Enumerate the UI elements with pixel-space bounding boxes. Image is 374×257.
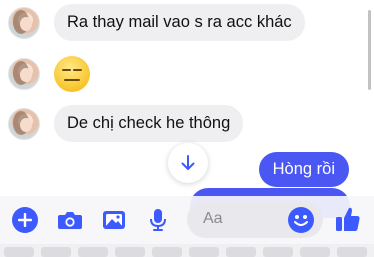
image-icon[interactable] (101, 207, 127, 233)
plus-icon[interactable] (12, 207, 38, 233)
avatar[interactable] (8, 6, 40, 39)
message-row (8, 56, 90, 92)
incoming-message-bubble[interactable]: De chị check he thông (54, 105, 244, 142)
arrow-down-icon (181, 155, 195, 170)
message-input-placeholder: Aa (203, 210, 223, 227)
microphone-icon[interactable] (147, 207, 169, 233)
avatar[interactable] (8, 58, 40, 90)
expressionless-face-emoji[interactable] (54, 56, 90, 92)
message-row: Ra thay mail vao s ra acc khác (8, 4, 305, 41)
avatar[interactable] (8, 107, 40, 140)
incoming-message-bubble[interactable]: Ra thay mail vao s ra acc khác (54, 4, 305, 41)
thumbs-up-icon[interactable] (334, 204, 362, 234)
emoji-icon[interactable] (288, 207, 314, 233)
message-row: De chị check he thông (8, 105, 244, 142)
outgoing-message-bubble[interactable]: Hòng rồi (258, 152, 349, 187)
keyboard-edge (0, 244, 374, 257)
camera-icon[interactable] (56, 207, 84, 233)
scroll-to-bottom-button[interactable] (168, 143, 208, 183)
scrollbar[interactable] (368, 10, 371, 90)
